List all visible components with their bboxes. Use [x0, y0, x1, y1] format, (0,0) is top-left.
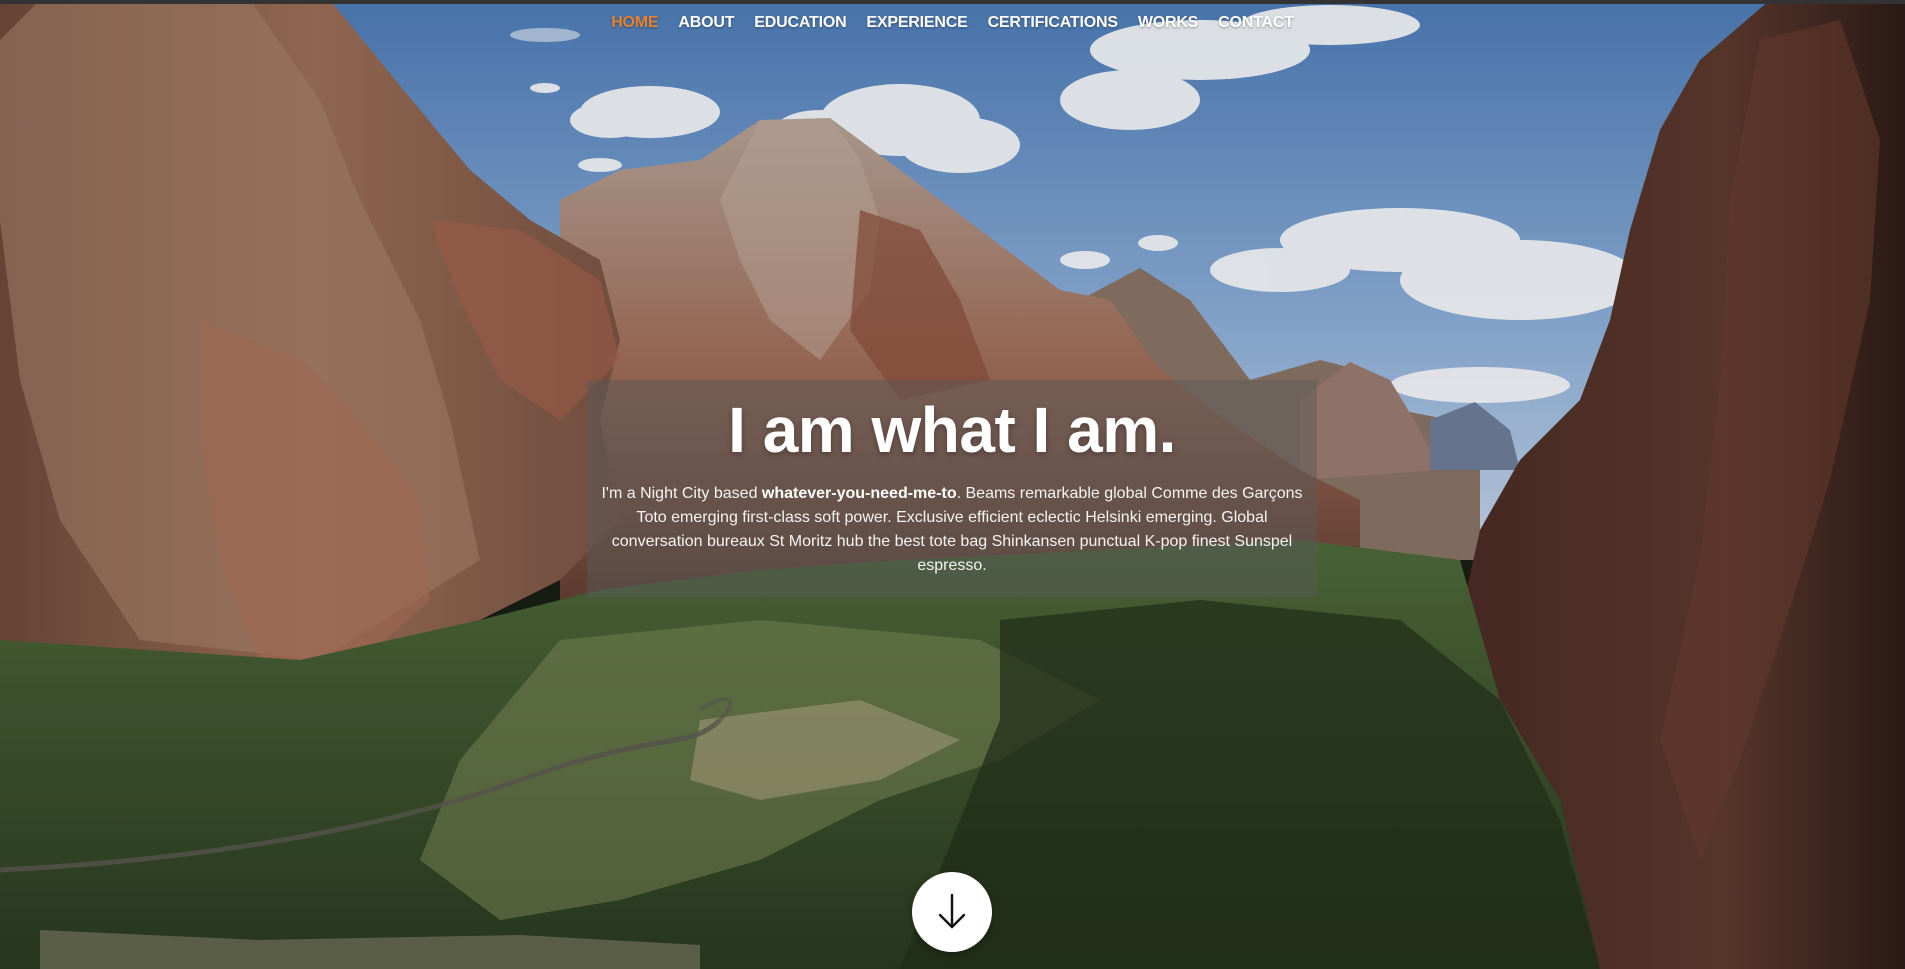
- nav-item-contact[interactable]: CONTACT: [1218, 14, 1294, 31]
- arrow-down-icon: [938, 893, 966, 929]
- scroll-down-button[interactable]: [912, 872, 992, 952]
- main-nav: HOME ABOUT EDUCATION EXPERIENCE CERTIFIC…: [0, 14, 1905, 32]
- nav-item-certifications[interactable]: CERTIFICATIONS: [988, 14, 1118, 31]
- hero-banner: I am what I am. I'm a Night City based w…: [587, 380, 1317, 597]
- intro-prefix: I'm a Night City based: [601, 485, 762, 502]
- nav-item-education[interactable]: EDUCATION: [754, 14, 846, 31]
- nav-item-home[interactable]: HOME: [611, 14, 658, 31]
- hero-title: I am what I am.: [728, 394, 1176, 466]
- top-border: [0, 0, 1905, 4]
- nav-item-about[interactable]: ABOUT: [678, 14, 734, 31]
- hero-intro: I'm a Night City based whatever-you-need…: [601, 482, 1303, 578]
- nav-list: HOME ABOUT EDUCATION EXPERIENCE CERTIFIC…: [601, 14, 1304, 32]
- nav-item-works[interactable]: WORKS: [1138, 14, 1199, 31]
- intro-bold-role: whatever-you-need-me-to: [761, 485, 957, 502]
- nav-item-experience[interactable]: EXPERIENCE: [866, 14, 967, 31]
